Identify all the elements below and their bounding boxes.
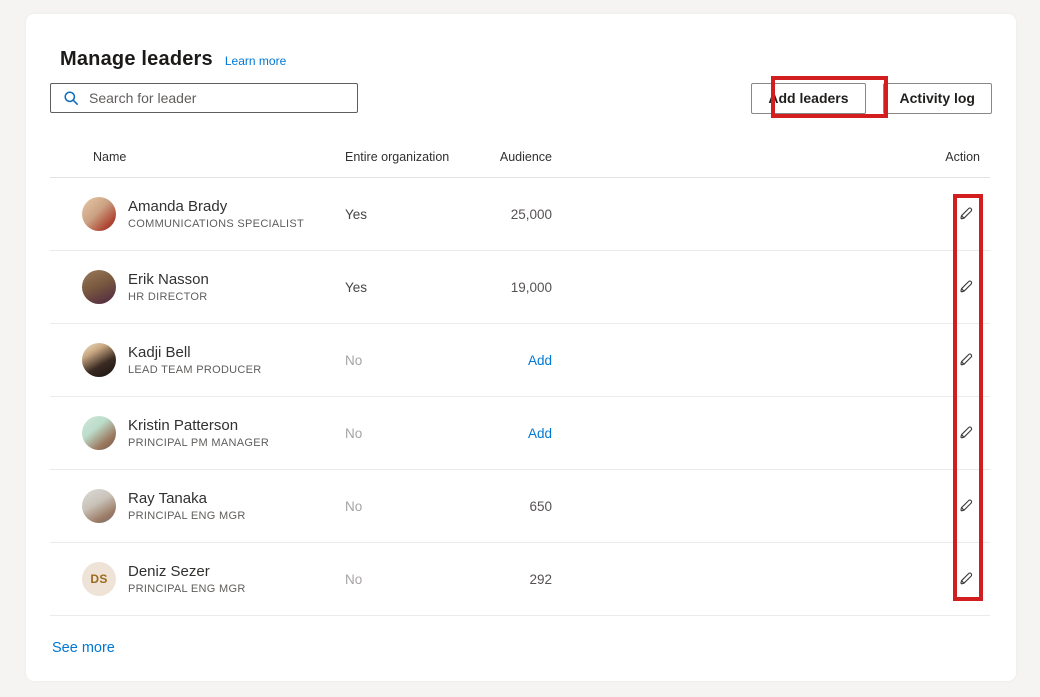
edit-leader-button[interactable] xyxy=(956,422,976,442)
audience-value: 25,000 xyxy=(460,207,552,222)
entire-organization-value: No xyxy=(335,426,460,441)
edit-pencil-icon xyxy=(958,351,974,367)
avatar xyxy=(82,489,116,523)
table-header-row: Name Entire organization Audience Action xyxy=(50,136,990,178)
avatar xyxy=(82,343,116,377)
audience-value: 292 xyxy=(460,572,552,587)
leader-name: Deniz Sezer xyxy=(128,563,246,580)
entire-organization-value: No xyxy=(335,572,460,587)
entire-organization-value: No xyxy=(335,353,460,368)
entire-organization-value: Yes xyxy=(335,207,460,222)
toolbar: Add leaders Activity log xyxy=(50,82,992,114)
edit-leader-button[interactable] xyxy=(956,203,976,223)
leader-name: Amanda Brady xyxy=(128,198,304,215)
activity-log-button[interactable]: Activity log xyxy=(883,83,992,114)
edit-pencil-icon xyxy=(958,278,974,294)
toolbar-buttons: Add leaders Activity log xyxy=(751,83,992,114)
edit-pencil-icon xyxy=(958,424,974,440)
leader-role: LEAD TEAM PRODUCER xyxy=(128,364,262,376)
add-leaders-button[interactable]: Add leaders xyxy=(751,83,865,114)
search-input[interactable] xyxy=(89,90,349,106)
add-audience-link[interactable]: Add xyxy=(528,353,552,368)
manage-leaders-page: Manage leaders Learn more Add leaders Ac… xyxy=(0,0,1040,697)
table-row: Amanda Brady COMMUNICATIONS SPECIALIST Y… xyxy=(50,178,990,251)
column-header-name: Name xyxy=(50,150,335,164)
entire-organization-value: No xyxy=(335,499,460,514)
leader-role: PRINCIPAL ENG MGR xyxy=(128,583,246,595)
page-header: Manage leaders Learn more xyxy=(60,48,286,71)
table-row: Ray Tanaka PRINCIPAL ENG MGR No 650 xyxy=(50,470,990,543)
edit-pencil-icon xyxy=(958,570,974,586)
page-title: Manage leaders xyxy=(60,48,213,71)
see-more-link[interactable]: See more xyxy=(52,640,115,656)
table-row: Kristin Patterson PRINCIPAL PM MANAGER N… xyxy=(50,397,990,470)
audience-value: 650 xyxy=(460,499,552,514)
leader-name: Kristin Patterson xyxy=(128,417,269,434)
table-row: DS Deniz Sezer PRINCIPAL ENG MGR No 292 xyxy=(50,543,990,616)
leader-role: COMMUNICATIONS SPECIALIST xyxy=(128,218,304,230)
manage-leaders-card: Manage leaders Learn more Add leaders Ac… xyxy=(26,14,1016,681)
column-header-entire-organization: Entire organization xyxy=(335,150,460,164)
leader-name: Kadji Bell xyxy=(128,344,262,361)
avatar xyxy=(82,197,116,231)
leader-role: PRINCIPAL PM MANAGER xyxy=(128,437,269,449)
leader-name: Erik Nasson xyxy=(128,271,209,288)
edit-pencil-icon xyxy=(958,205,974,221)
leader-role: HR DIRECTOR xyxy=(128,291,209,303)
avatar xyxy=(82,270,116,304)
search-box[interactable] xyxy=(50,83,358,113)
edit-leader-button[interactable] xyxy=(956,276,976,296)
learn-more-link[interactable]: Learn more xyxy=(225,54,286,68)
column-header-audience: Audience xyxy=(460,150,552,164)
edit-pencil-icon xyxy=(958,497,974,513)
column-header-action: Action xyxy=(552,150,990,164)
avatar xyxy=(82,416,116,450)
leaders-table: Name Entire organization Audience Action… xyxy=(50,136,990,616)
leader-role: PRINCIPAL ENG MGR xyxy=(128,510,246,522)
search-icon xyxy=(63,90,79,106)
edit-leader-button[interactable] xyxy=(956,568,976,588)
leader-name: Ray Tanaka xyxy=(128,490,246,507)
edit-leader-button[interactable] xyxy=(956,349,976,369)
entire-organization-value: Yes xyxy=(335,280,460,295)
table-row: Erik Nasson HR DIRECTOR Yes 19,000 xyxy=(50,251,990,324)
table-row: Kadji Bell LEAD TEAM PRODUCER No Add xyxy=(50,324,990,397)
audience-value: 19,000 xyxy=(460,280,552,295)
add-audience-link[interactable]: Add xyxy=(528,426,552,441)
avatar-initials: DS xyxy=(82,562,116,596)
edit-leader-button[interactable] xyxy=(956,495,976,515)
